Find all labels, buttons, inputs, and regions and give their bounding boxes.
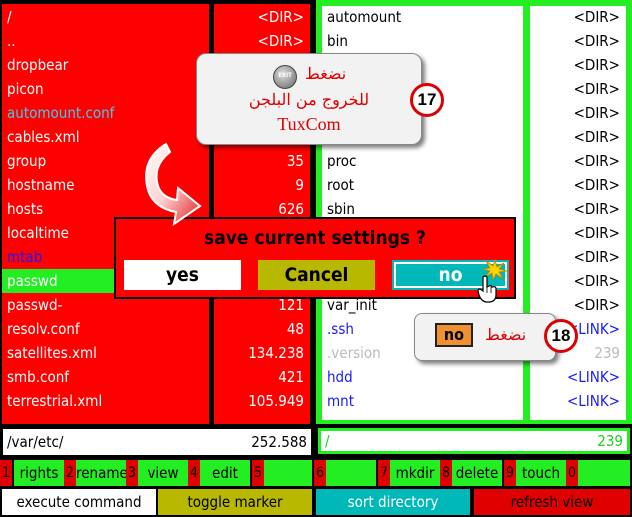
file-size: <LINK>: [566, 392, 620, 410]
file-name: hosts: [7, 200, 44, 218]
file-size: <DIR>: [573, 128, 620, 146]
file-name: .ssh: [327, 320, 354, 338]
file-name: resolv.conf: [7, 320, 80, 338]
fkey-touch[interactable]: touch: [516, 460, 566, 486]
file-name: satellites.xml: [7, 344, 97, 362]
file-name: automount.conf: [7, 104, 115, 122]
left-path-bar: /var/etc/ 252.588: [2, 428, 312, 456]
file-size: 35: [286, 152, 304, 170]
callout-17: EXIT نضغط للخروج من البلجن TuxCom: [196, 53, 422, 145]
sort-directory-button[interactable]: sort directory: [316, 489, 470, 515]
fkey-view[interactable]: view: [138, 460, 188, 486]
callout-17-line2: للخروج من البلجن: [248, 90, 370, 109]
file-name: localtime: [7, 224, 69, 242]
file-size: <DIR>: [573, 224, 620, 242]
exit-button-icon: EXIT: [273, 65, 297, 89]
step-18-badge: 18: [544, 319, 578, 353]
file-size: <LINK>: [566, 368, 620, 386]
file-name: bin: [327, 32, 348, 50]
fkey-number: 7: [378, 460, 390, 486]
file-name: dropbear: [7, 56, 69, 74]
right-path-size: 239: [597, 432, 623, 450]
file-size: <DIR>: [257, 32, 304, 50]
no-key-icon: no: [435, 323, 473, 347]
fkey-mkdir[interactable]: mkdir: [390, 460, 440, 486]
file-name: group: [7, 152, 47, 170]
left-path-size: 252.588: [251, 433, 307, 451]
file-name: .version: [327, 344, 381, 362]
file-size: <DIR>: [573, 80, 620, 98]
fkey-number: 3: [126, 460, 138, 486]
file-size: 48: [286, 320, 304, 338]
file-name: root: [327, 176, 355, 194]
refresh-view-button[interactable]: refresh view: [474, 489, 630, 515]
file-name: smb.conf: [7, 368, 70, 386]
cancel-button[interactable]: Cancel: [258, 260, 375, 290]
file-size: <DIR>: [573, 56, 620, 74]
hand-pointer-icon: [477, 275, 497, 303]
execute-command-button[interactable]: execute command: [2, 489, 156, 515]
file-size: 134.238: [248, 344, 304, 362]
file-name: hostname: [7, 176, 75, 194]
file-name: mnt: [327, 392, 354, 410]
file-size: <DIR>: [573, 8, 620, 26]
file-name: proc: [327, 152, 357, 170]
file-size: <DIR>: [573, 200, 620, 218]
file-size: <DIR>: [573, 32, 620, 50]
fkey-number: 8: [440, 460, 452, 486]
fkey-number: 6: [314, 460, 326, 486]
fkey-number: 0: [566, 460, 578, 486]
file-name: ..: [7, 32, 16, 50]
right-path: /: [325, 432, 330, 450]
no-button-label: no: [438, 264, 463, 286]
callout-17-line3: TuxCom: [277, 114, 341, 134]
callout-17-press: نضغط: [305, 64, 347, 83]
file-name: passwd-: [7, 296, 63, 314]
file-name: picon: [7, 80, 44, 98]
fkey-number: 2: [64, 460, 76, 486]
yes-button[interactable]: yes: [124, 260, 241, 290]
file-name: mtab: [7, 248, 43, 266]
file-name: passwd: [7, 272, 58, 290]
file-size: <DIR>: [573, 176, 620, 194]
fkey-empty-6[interactable]: [326, 460, 376, 486]
file-name: terrestrial.xml: [7, 392, 103, 410]
file-size: <DIR>: [573, 152, 620, 170]
fkey-empty-0[interactable]: [578, 460, 630, 486]
right-path-bar: / 239: [318, 428, 630, 454]
fkey-rights[interactable]: rights: [14, 460, 64, 486]
toggle-marker-button[interactable]: toggle marker: [158, 489, 312, 515]
file-name: cables.xml: [7, 128, 80, 146]
file-size: <DIR>: [573, 248, 620, 266]
file-size: <DIR>: [573, 104, 620, 122]
callout-18: no نضغط: [414, 313, 556, 361]
callout-18-press: نضغط: [485, 325, 527, 344]
file-size: 105.949: [248, 392, 304, 410]
fkey-edit[interactable]: edit: [200, 460, 250, 486]
fkey-number: 4: [188, 460, 200, 486]
curved-arrow-icon: [145, 142, 202, 227]
file-size: <DIR>: [573, 272, 620, 290]
fkey-rename[interactable]: rename: [76, 460, 128, 486]
file-size: <DIR>: [257, 8, 304, 26]
file-size: 421: [278, 368, 304, 386]
file-size: 9: [295, 176, 304, 194]
fkey-delete[interactable]: delete: [452, 460, 502, 486]
fkey-number: 1: [0, 460, 12, 486]
file-name: automount: [327, 8, 402, 26]
file-name: hdd: [327, 368, 353, 386]
fkey-number: 5: [252, 460, 264, 486]
left-path: /var/etc/: [7, 433, 64, 451]
fkey-number: 9: [504, 460, 516, 486]
dialog-title: save current settings ?: [204, 227, 426, 249]
file-name: /: [7, 8, 12, 26]
fkey-empty-5[interactable]: [264, 460, 312, 486]
step-17-badge: 17: [410, 83, 444, 117]
